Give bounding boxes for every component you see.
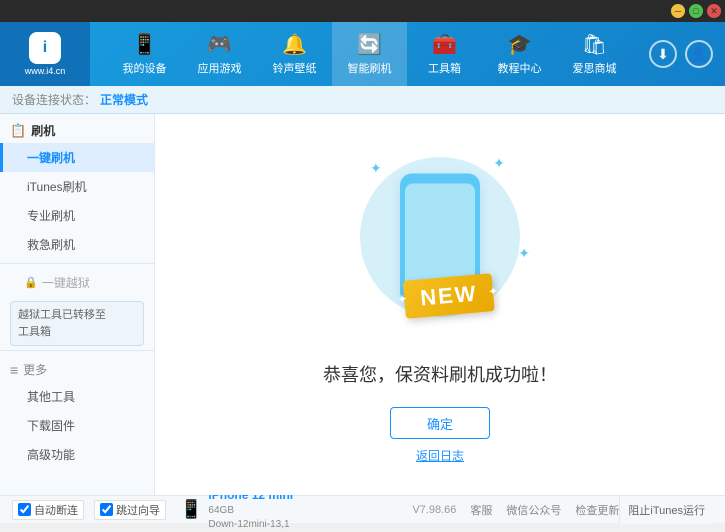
nav-item-apps-games[interactable]: 🎮 应用游戏	[182, 22, 257, 86]
note-line2: 工具箱	[18, 324, 136, 341]
bottom-right: V7.98.66 客服 微信公众号 检查更新	[412, 502, 619, 518]
nav-label-apps-games: 应用游戏	[198, 60, 242, 76]
sidebar-divider	[0, 263, 154, 264]
sidebar-disabled-jailbreak: 🔒 一键越狱	[0, 268, 154, 297]
nav-item-toolbox[interactable]: 🧰 工具箱	[407, 22, 482, 86]
nav-label-smart-flash: 智能刷机	[348, 60, 392, 76]
auto-disconnect-input[interactable]	[18, 503, 31, 516]
account-button[interactable]: 👤	[685, 40, 713, 68]
minimize-button[interactable]: ─	[671, 4, 685, 18]
sidebar-item-other-tools[interactable]: 其他工具	[0, 382, 154, 411]
sidebar-divider-2	[0, 350, 154, 351]
status-bar: 设备连接状态： 正常模式	[0, 86, 725, 114]
main: 📋 刷机 一键刷机 iTunes刷机 专业刷机 救急刷机 🔒 一键越狱 越狱工具…	[0, 114, 725, 495]
nav-label-store: 爱思商城	[573, 60, 617, 76]
note-line1: 越狱工具已转移至	[18, 307, 136, 324]
header: i www.i4.cn 📱 我的设备 🎮 应用游戏 🔔 铃声壁纸 🔄 智能刷机 …	[0, 22, 725, 86]
close-button[interactable]: ✕	[707, 4, 721, 18]
skip-wizard-checkbox[interactable]: 跳过向导	[94, 500, 166, 520]
bottom-bar: 自动断连 跳过向导 📱 iPhone 12 mini 64GB Down-12m…	[0, 495, 725, 523]
more-section-icon: ≡	[10, 362, 18, 378]
sidebar-item-save-flash[interactable]: 救急刷机	[0, 230, 154, 259]
stop-itunes-label: 阻止iTunes运行	[628, 502, 705, 518]
device-phone-icon: 📱	[180, 499, 202, 520]
auto-disconnect-checkbox[interactable]: 自动断连	[12, 500, 84, 520]
check-update-link[interactable]: 检查更新	[575, 502, 619, 518]
tutorial-icon: 🎓	[507, 32, 532, 57]
sidebar-section-more: ≡ 更多	[0, 355, 154, 382]
smart-flash-icon: 🔄	[357, 32, 382, 57]
nav-item-my-device[interactable]: 📱 我的设备	[107, 22, 182, 86]
ringtone-icon: 🔔	[282, 32, 307, 57]
nav-items: 📱 我的设备 🎮 应用游戏 🔔 铃声壁纸 🔄 智能刷机 🧰 工具箱 🎓 教程中心…	[90, 22, 649, 86]
sidebar: 📋 刷机 一键刷机 iTunes刷机 专业刷机 救急刷机 🔒 一键越狱 越狱工具…	[0, 114, 155, 495]
nav-label-toolbox: 工具箱	[428, 60, 461, 76]
toolbox-icon: 🧰	[432, 32, 457, 57]
back-link[interactable]: 返回日志	[416, 447, 464, 464]
stop-itunes-button[interactable]: 阻止iTunes运行	[619, 496, 713, 524]
flash-section-title: 刷机	[31, 122, 55, 139]
logo[interactable]: i www.i4.cn	[0, 22, 90, 86]
my-device-icon: 📱	[132, 32, 157, 57]
skip-wizard-label: 跳过向导	[116, 502, 160, 518]
title-bar: ─ □ ✕	[0, 0, 725, 22]
version-text: V7.98.66	[412, 504, 456, 516]
nav-item-store[interactable]: 🛍 爱思商城	[557, 22, 632, 86]
new-badge: NEW	[403, 273, 495, 319]
status-label: 设备连接状态：	[12, 91, 96, 108]
store-icon: 🛍	[582, 32, 607, 57]
logo-text: www.i4.cn	[25, 66, 66, 76]
sidebar-item-advanced[interactable]: 高级功能	[0, 440, 154, 469]
success-illustration: NEW ✦ ✦ ✦	[340, 145, 540, 345]
logo-icon: i	[29, 32, 61, 64]
sidebar-jailbreak-note: 越狱工具已转移至 工具箱	[10, 301, 144, 346]
sidebar-item-one-click-flash[interactable]: 一键刷机	[0, 143, 154, 172]
phone-screen	[405, 184, 475, 289]
sidebar-section-flash: 📋 刷机	[0, 114, 154, 143]
nav-item-smart-flash[interactable]: 🔄 智能刷机	[332, 22, 407, 86]
flash-section-icon: 📋	[10, 123, 26, 139]
nav-label-ringtone: 铃声壁纸	[273, 60, 317, 76]
sidebar-item-pro-flash[interactable]: 专业刷机	[0, 201, 154, 230]
device-firmware: Down-12mini-13,1	[208, 518, 293, 532]
apps-games-icon: 🎮	[207, 32, 232, 57]
nav-label-my-device: 我的设备	[123, 60, 167, 76]
nav-right: ⬇ 👤	[649, 40, 725, 68]
auto-disconnect-label: 自动断连	[34, 502, 78, 518]
sparkle-3: ✦	[518, 245, 530, 262]
lock-icon: 🔒	[24, 276, 38, 289]
jailbreak-label: 一键越狱	[42, 274, 90, 291]
service-link[interactable]: 客服	[470, 502, 492, 518]
content-area: NEW ✦ ✦ ✦ 恭喜您，保资料刷机成功啦！ 确定 返回日志	[155, 114, 725, 495]
device-storage: 64GB	[208, 504, 293, 518]
nav-label-tutorial: 教程中心	[498, 60, 542, 76]
sparkle-1: ✦	[370, 160, 382, 177]
wechat-link[interactable]: 微信公众号	[506, 502, 561, 518]
maximize-button[interactable]: □	[689, 4, 703, 18]
download-button[interactable]: ⬇	[649, 40, 677, 68]
nav-item-ringtone[interactable]: 🔔 铃声壁纸	[257, 22, 332, 86]
status-value: 正常模式	[100, 91, 148, 108]
skip-wizard-input[interactable]	[100, 503, 113, 516]
sidebar-item-download-firmware[interactable]: 下载固件	[0, 411, 154, 440]
success-message: 恭喜您，保资料刷机成功啦！	[323, 361, 557, 387]
more-section-title: 更多	[23, 361, 47, 378]
confirm-button[interactable]: 确定	[390, 407, 490, 439]
sparkle-2: ✦	[493, 155, 505, 172]
nav-item-tutorial[interactable]: 🎓 教程中心	[482, 22, 557, 86]
sidebar-item-itunes-flash[interactable]: iTunes刷机	[0, 172, 154, 201]
